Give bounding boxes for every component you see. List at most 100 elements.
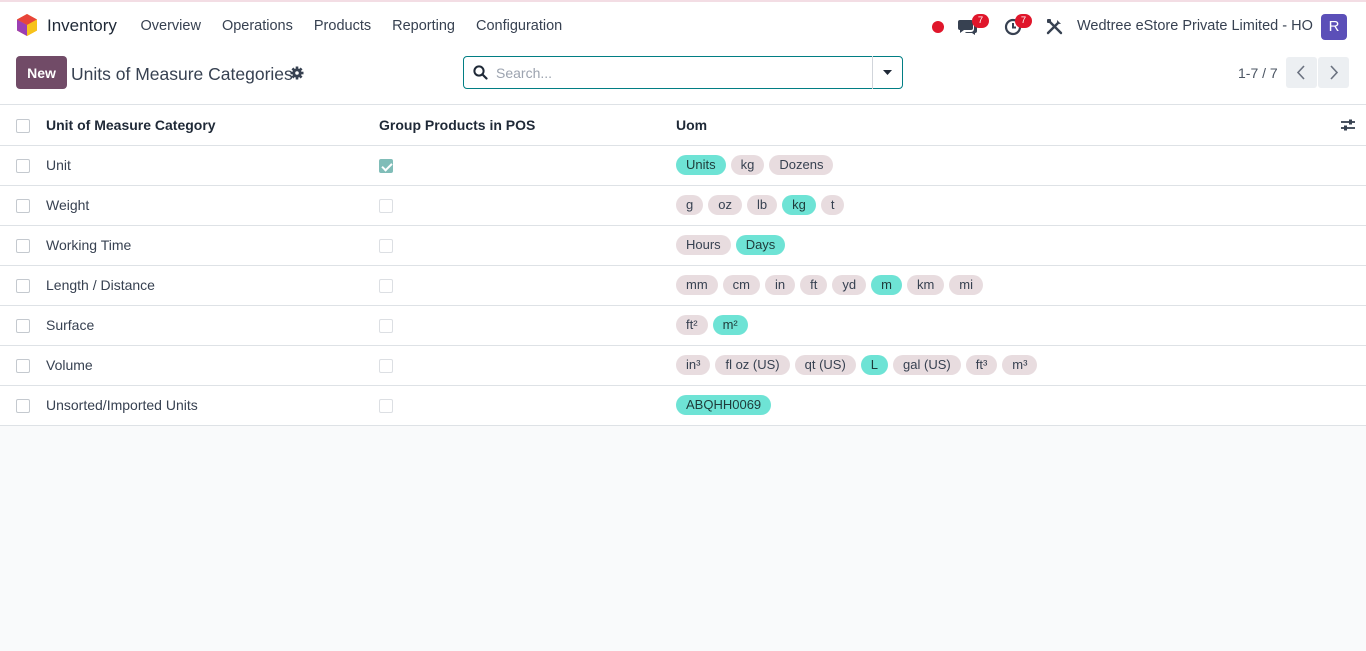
uom-tag: ft³: [965, 355, 998, 375]
table-row[interactable]: Volume in³ fl oz (US) qt (US) Lgal (US) ft³ m³: [0, 345, 1366, 386]
uom-tag: km: [906, 275, 945, 295]
uom-tag-reference: m: [871, 275, 902, 295]
table-row[interactable]: Surface ft² m²: [0, 305, 1366, 346]
pager-value[interactable]: 1-7 / 7: [1238, 65, 1278, 81]
uom-tag: gal (US): [893, 355, 961, 375]
pager-next-button[interactable]: [1318, 57, 1349, 88]
search-input[interactable]: [496, 63, 866, 83]
category-name-cell[interactable]: Volume: [46, 345, 379, 386]
debug-status-dot[interactable]: [932, 21, 944, 33]
category-name-cell[interactable]: Length / Distance: [46, 265, 379, 306]
table-row[interactable]: Unit Units kg Dozens: [0, 145, 1366, 186]
table-row[interactable]: Unsorted/Imported Units ABQHH0069: [0, 385, 1366, 426]
new-button[interactable]: New: [16, 56, 67, 89]
row-select-checkbox[interactable]: [16, 319, 30, 334]
menu-operations[interactable]: Operations: [211, 18, 303, 34]
category-name-cell[interactable]: Weight: [46, 185, 379, 226]
category-name-cell[interactable]: Working Time: [46, 225, 379, 266]
column-header-uom[interactable]: Uom: [676, 105, 1366, 146]
list-body: Unit Units kg Dozens Weight g oz lb kg t Working T…: [0, 145, 1366, 426]
row-select-checkbox[interactable]: [16, 359, 30, 374]
uom-tag: in³: [676, 355, 711, 375]
uom-category-list: Unit of Measure Category Group Products …: [0, 105, 1366, 426]
uom-tags-cell: Hours Days: [676, 225, 1366, 266]
group-pos-checkbox: [379, 279, 393, 294]
row-select-checkbox[interactable]: [16, 159, 30, 174]
category-name-cell[interactable]: Unsorted/Imported Units: [46, 385, 379, 426]
activities-badge: 7: [1015, 14, 1032, 28]
row-select-checkbox[interactable]: [16, 239, 30, 254]
uom-tag-reference: L: [860, 355, 889, 375]
uom-tag: ft²: [676, 315, 708, 335]
gear-icon[interactable]: [290, 66, 304, 80]
uom-tag: qt (US): [794, 355, 856, 375]
caret-down-icon: [883, 70, 892, 75]
uom-tags-cell: ft² m²: [676, 305, 1366, 346]
uom-tag-reference: ABQHH0069: [676, 395, 772, 415]
group-pos-checkbox: [379, 399, 393, 414]
chevron-left-icon: [1296, 65, 1305, 80]
main-menu: Overview Operations Products Reporting C…: [130, 2, 573, 50]
uom-tag: kg: [730, 155, 765, 175]
app-name[interactable]: Inventory: [47, 16, 117, 36]
uom-tags-cell: ABQHH0069: [676, 385, 1366, 426]
uom-tags-cell: mm cm in ft yd m km mi: [676, 265, 1366, 306]
category-name-cell[interactable]: Unit: [46, 145, 379, 186]
company-switcher[interactable]: Wedtree eStore Private Limited - HO: [1077, 18, 1313, 34]
uom-tag: in: [765, 275, 796, 295]
group-pos-checkbox: [379, 319, 393, 334]
uom-tags-cell: Units kg Dozens: [676, 145, 1366, 186]
search-icon: [473, 65, 488, 80]
menu-configuration[interactable]: Configuration: [465, 18, 572, 34]
uom-tag: ft: [800, 275, 828, 295]
uom-tag-reference: kg: [782, 195, 816, 215]
uom-tag-reference: Days: [735, 235, 786, 255]
uom-tag: m³: [1002, 355, 1038, 375]
optional-columns-icon[interactable]: [1340, 117, 1356, 133]
column-header-group-pos[interactable]: Group Products in POS: [379, 105, 676, 146]
uom-tag: t: [820, 195, 845, 215]
user-avatar[interactable]: R: [1321, 14, 1347, 40]
column-header-category[interactable]: Unit of Measure Category: [46, 105, 379, 146]
row-select-checkbox[interactable]: [16, 399, 30, 414]
uom-tag: g: [676, 195, 704, 215]
top-navbar: Inventory Overview Operations Products R…: [0, 0, 1366, 50]
search-bar: [463, 56, 903, 89]
list-header-row: Unit of Measure Category Group Products …: [0, 105, 1366, 146]
menu-overview[interactable]: Overview: [130, 18, 211, 34]
uom-tags-cell: in³ fl oz (US) qt (US) Lgal (US) ft³ m³: [676, 345, 1366, 386]
uom-tag: cm: [722, 275, 761, 295]
uom-tags-cell: g oz lb kg t: [676, 185, 1366, 226]
table-row[interactable]: Weight g oz lb kg t: [0, 185, 1366, 226]
menu-products[interactable]: Products: [303, 18, 381, 34]
uom-tag-reference: Units: [676, 155, 726, 175]
row-select-checkbox[interactable]: [16, 199, 30, 214]
group-pos-checkbox: [379, 199, 393, 214]
inventory-app-icon[interactable]: [16, 13, 38, 37]
tools-icon[interactable]: [1046, 18, 1063, 35]
uom-tag: mi: [949, 275, 984, 295]
category-name-cell[interactable]: Surface: [46, 305, 379, 346]
table-row[interactable]: Length / Distance mm cm in ft yd m km mi: [0, 265, 1366, 306]
menu-reporting[interactable]: Reporting: [382, 18, 466, 34]
uom-tag: Hours: [676, 235, 731, 255]
chevron-right-icon: [1330, 65, 1339, 80]
table-row[interactable]: Working Time Hours Days: [0, 225, 1366, 266]
select-all-checkbox[interactable]: [16, 118, 30, 133]
uom-tag: oz: [708, 195, 742, 215]
group-pos-checkbox: [379, 359, 393, 374]
page-title: Units of Measure Categories: [71, 64, 293, 84]
uom-tag: Dozens: [769, 155, 834, 175]
control-panel: New Units of Measure Categories 1-7 / 7: [0, 50, 1366, 105]
pager-previous-button[interactable]: [1286, 57, 1317, 88]
uom-tag: fl oz (US): [715, 355, 790, 375]
uom-tag: lb: [746, 195, 778, 215]
messages-badge: 7: [972, 14, 989, 28]
uom-tag-reference: m²: [712, 315, 748, 335]
row-select-checkbox[interactable]: [16, 279, 30, 294]
uom-tag: mm: [676, 275, 718, 295]
group-pos-checkbox: [379, 239, 393, 254]
group-pos-checkbox-checked: [379, 159, 393, 174]
search-options-toggle[interactable]: [872, 56, 902, 89]
uom-tag: yd: [832, 275, 867, 295]
